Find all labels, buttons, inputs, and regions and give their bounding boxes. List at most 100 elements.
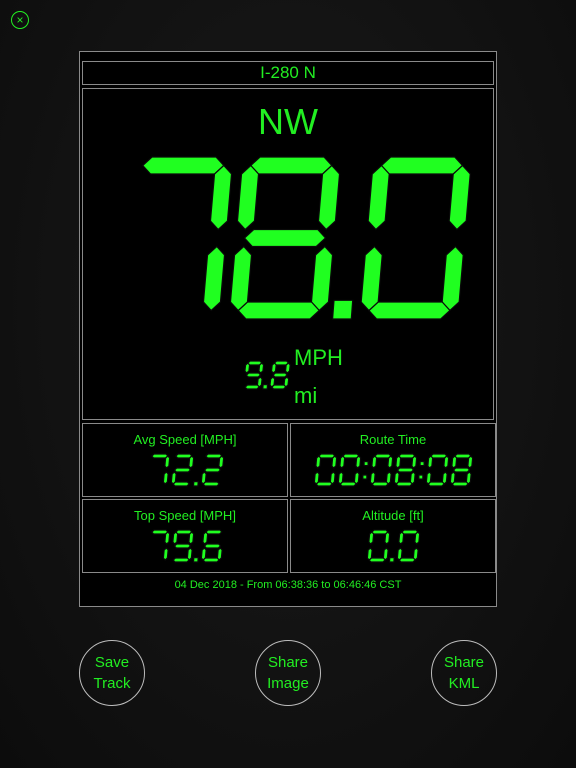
stat-digit-segment (164, 531, 171, 545)
speed-digit-segment (368, 301, 451, 320)
distance-digit-segment (284, 362, 291, 374)
distance-digit-segment (244, 362, 251, 374)
trip-summary: 04 Dec 2018 - From 06:38:36 to 06:46:46 … (174, 579, 402, 591)
stat-colon-dot (418, 474, 424, 480)
speed-digit-segment (243, 228, 327, 248)
road-name: I-280 N (260, 63, 316, 82)
speed-digit-segment (367, 164, 390, 231)
stat-digit-segment (395, 455, 402, 469)
stat-digit-segment (216, 547, 223, 561)
distance-digit-segment (269, 376, 276, 388)
speed-decimal-point (331, 299, 354, 320)
road-name-box: I-280 N (82, 61, 494, 85)
stat-digit-segment (313, 471, 320, 485)
stat-digit-segment (414, 531, 421, 545)
distance-digit-segment (245, 372, 262, 378)
stat-digit-segment (202, 531, 209, 545)
stat-digit-segment (162, 547, 169, 561)
speed-digit-segment (441, 245, 464, 312)
stat-digit-segment (202, 481, 221, 487)
close-button[interactable]: × (11, 11, 29, 29)
stat-digit-segment (369, 471, 376, 485)
speed-unit: MPH (294, 345, 343, 370)
stat-digit-segment (172, 531, 179, 545)
stat-digit-segment (218, 455, 225, 469)
avg-speed-box: Avg Speed [MPH] (82, 423, 288, 497)
speed-digit-segment (249, 156, 333, 175)
distance-value (244, 360, 291, 390)
stat-digit-segment (172, 557, 191, 563)
speed-digit-segment (317, 164, 341, 231)
stat-digit-segment (188, 531, 195, 545)
speed-digit-segment (209, 164, 233, 231)
stat-digit-segment (173, 543, 192, 549)
stat-decimal-point (388, 557, 395, 563)
distance-digit-segment (244, 384, 261, 390)
stat-digit-segment (172, 481, 191, 487)
current-speed-value (141, 156, 471, 320)
stat-digit-segment (443, 455, 450, 469)
stat-digit-segment (368, 531, 375, 545)
speed-digits-svg (141, 156, 471, 390)
speed-digit-segment (360, 245, 383, 312)
distance-unit: mi (294, 383, 318, 408)
stat-digit-segment (384, 531, 391, 545)
stat-digit-segment (173, 467, 192, 473)
stat-digit-segment (315, 455, 322, 469)
altitude-box: Altitude [ft] (290, 499, 496, 573)
speed-digit-segment (310, 245, 334, 312)
save-track-button[interactable]: Save Track (79, 640, 145, 706)
close-icon: × (16, 13, 24, 27)
share-kml-button[interactable]: Share KML (431, 640, 497, 706)
stat-digit-segment (411, 455, 418, 469)
altitude-value (366, 529, 421, 563)
top-speed-label: Top Speed [MPH] (134, 508, 236, 523)
stat-colon-dot (419, 461, 425, 467)
stat-digit-segment (427, 455, 434, 469)
speed-digit-segment (141, 156, 225, 175)
top-speed-value (150, 529, 223, 563)
avg-speed-label: Avg Speed [MPH] (133, 432, 237, 447)
stat-digit-segment (203, 467, 222, 473)
distance-decimal-point (262, 384, 269, 390)
stat-decimal-point (192, 481, 199, 487)
speed-digit-segment (448, 164, 471, 231)
stat-digit-segment (396, 467, 415, 473)
stat-digit-segment (387, 455, 394, 469)
stat-colon-dot (363, 461, 369, 467)
dashboard-panel: I-280 N NW MPH mi Avg Speed [MPH] Route … (79, 51, 497, 607)
distance-digit-segment (258, 362, 265, 374)
speed-digit-segment (237, 301, 321, 320)
top-speed-box: Top Speed [MPH] (82, 499, 288, 573)
stat-digit-segment (467, 455, 474, 469)
stat-digit-segment (339, 455, 346, 469)
stat-digit-segment (452, 467, 471, 473)
route-time-label: Route Time (359, 432, 427, 447)
stat-digit-segment (203, 543, 222, 549)
stat-digit-segment (204, 529, 223, 535)
stat-digit-segment (366, 547, 373, 561)
share-image-button[interactable]: Share Image (255, 640, 321, 706)
stat-digit-segment (164, 455, 171, 469)
altitude-label: Altitude [ft] (362, 508, 424, 523)
stat-digit-segment (355, 455, 362, 469)
stat-decimal-point (192, 557, 199, 563)
stat-digit-segment (331, 455, 338, 469)
stat-digit-segment (393, 471, 400, 485)
stat-digit-segment (396, 547, 403, 561)
speed-digit-segment (202, 245, 226, 312)
stat-digit-segment (449, 471, 456, 485)
distance-digit-segment (272, 372, 288, 378)
stat-digit-segment (451, 455, 458, 469)
avg-speed-value (150, 453, 225, 487)
speed-digit-segment (236, 164, 260, 231)
route-time-box: Route Time (290, 423, 496, 497)
stat-digit-segment (162, 471, 169, 485)
stat-colon-dot (362, 474, 368, 480)
stat-digit-segment (188, 455, 195, 469)
stat-digit-segment (371, 455, 378, 469)
route-time-value (313, 453, 474, 487)
stat-digit-segment (398, 531, 405, 545)
stat-digit-segment (337, 471, 344, 485)
speed-digit-segment (380, 156, 464, 175)
